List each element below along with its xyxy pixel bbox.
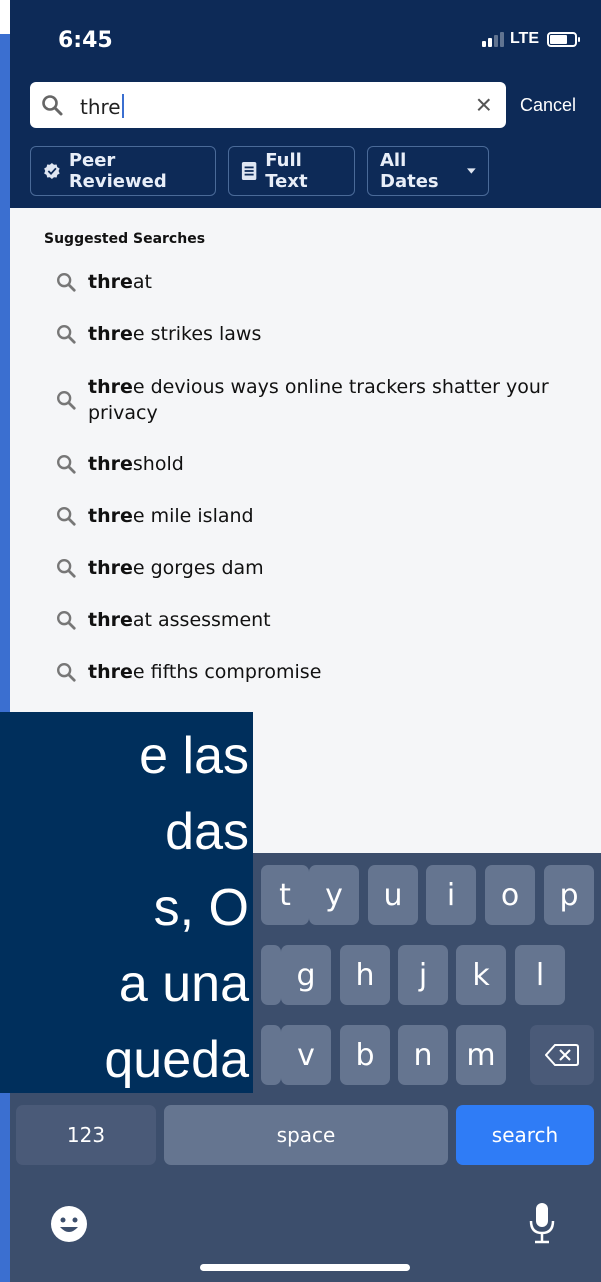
key-l[interactable]: l <box>515 945 565 1005</box>
suggestion-text: threat assessment <box>88 609 271 631</box>
search-header: 6:45 LTE thre × Cancel Peer Reviewed Ful… <box>10 0 601 208</box>
filter-full-text[interactable]: Full Text <box>228 146 355 196</box>
suggestion-item[interactable]: threshold <box>44 451 574 477</box>
caret-down-icon <box>467 168 476 174</box>
key-f[interactable] <box>261 945 281 1005</box>
clear-search-icon[interactable]: × <box>476 90 492 120</box>
document-icon <box>241 161 257 181</box>
key-o[interactable]: o <box>485 865 535 925</box>
search-icon <box>57 559 76 578</box>
search-icon <box>57 325 76 344</box>
suggestion-text: three mile island <box>88 505 254 527</box>
suggestion-text: three gorges dam <box>88 557 264 579</box>
search-key[interactable]: search <box>456 1105 594 1165</box>
home-indicator[interactable] <box>200 1264 410 1271</box>
key-m[interactable]: m <box>456 1025 506 1085</box>
suggestion-item[interactable]: three mile island <box>44 503 574 529</box>
search-icon <box>57 273 76 292</box>
suggestion-text: threat <box>88 271 152 293</box>
microphone-icon[interactable] <box>526 1201 558 1245</box>
key-n[interactable]: n <box>398 1025 448 1085</box>
search-icon <box>42 95 63 116</box>
key-j[interactable]: j <box>398 945 448 1005</box>
key-u[interactable]: u <box>368 865 418 925</box>
filter-full-text-label: Full Text <box>265 150 308 192</box>
suggestion-item[interactable]: three devious ways online trackers shatt… <box>44 374 574 426</box>
search-input[interactable]: thre × <box>30 82 506 128</box>
key-i[interactable]: i <box>426 865 476 925</box>
search-icon <box>57 507 76 526</box>
key-h[interactable]: h <box>340 945 390 1005</box>
search-query: thre <box>80 94 124 119</box>
suggestion-item[interactable]: three strikes laws <box>44 321 574 347</box>
suggested-searches-heading: Suggested Searches <box>44 231 206 247</box>
filter-peer-reviewed-label: Peer Reviewed <box>68 150 167 192</box>
suggestion-text: three strikes laws <box>88 323 262 345</box>
key-k[interactable]: k <box>456 945 506 1005</box>
verified-badge-icon <box>44 162 60 180</box>
suggestion-text: three fifths compromise <box>88 661 322 683</box>
filter-all-dates-label: All Dates <box>380 150 439 192</box>
caption-line: das <box>165 803 249 861</box>
search-icon <box>57 611 76 630</box>
key-t[interactable]: t <box>261 865 309 925</box>
caption-line: queda <box>104 1031 249 1089</box>
left-accent-strip <box>0 34 10 1282</box>
caption-line: s, O <box>153 879 249 937</box>
status-time: 6:45 <box>58 28 113 53</box>
suggestion-text: three devious ways online trackers shatt… <box>88 376 549 424</box>
status-indicators: LTE <box>481 30 580 48</box>
caption-overlay: e las das s, O a una queda <box>0 712 253 1093</box>
backspace-icon <box>545 1044 579 1066</box>
suggestion-text: threshold <box>88 453 184 475</box>
caption-line: a una <box>118 955 249 1013</box>
key-b[interactable]: b <box>340 1025 390 1085</box>
numbers-key[interactable]: 123 <box>16 1105 156 1165</box>
backspace-key[interactable] <box>530 1025 594 1085</box>
search-icon <box>57 663 76 682</box>
space-key[interactable]: space <box>164 1105 448 1165</box>
filter-peer-reviewed[interactable]: Peer Reviewed <box>30 146 216 196</box>
caption-line: e las <box>139 727 249 785</box>
key-g[interactable]: g <box>281 945 331 1005</box>
suggestion-item[interactable]: threat assessment <box>44 607 574 633</box>
suggestion-item[interactable]: three fifths compromise <box>44 659 574 685</box>
key-v[interactable]: v <box>281 1025 331 1085</box>
cellular-signal-icon <box>481 31 504 47</box>
battery-icon <box>547 31 580 47</box>
emoji-icon[interactable] <box>50 1205 88 1243</box>
key-p[interactable]: p <box>544 865 594 925</box>
key-y[interactable]: y <box>309 865 359 925</box>
suggestion-item[interactable]: threat <box>44 269 574 295</box>
network-label: LTE <box>509 30 539 47</box>
key-c[interactable] <box>261 1025 281 1085</box>
cancel-button[interactable]: Cancel <box>520 95 576 116</box>
search-icon <box>57 391 76 410</box>
search-icon <box>57 455 76 474</box>
text-caret <box>121 94 124 118</box>
filter-all-dates[interactable]: All Dates <box>367 146 489 196</box>
suggestion-item[interactable]: three gorges dam <box>44 555 574 581</box>
